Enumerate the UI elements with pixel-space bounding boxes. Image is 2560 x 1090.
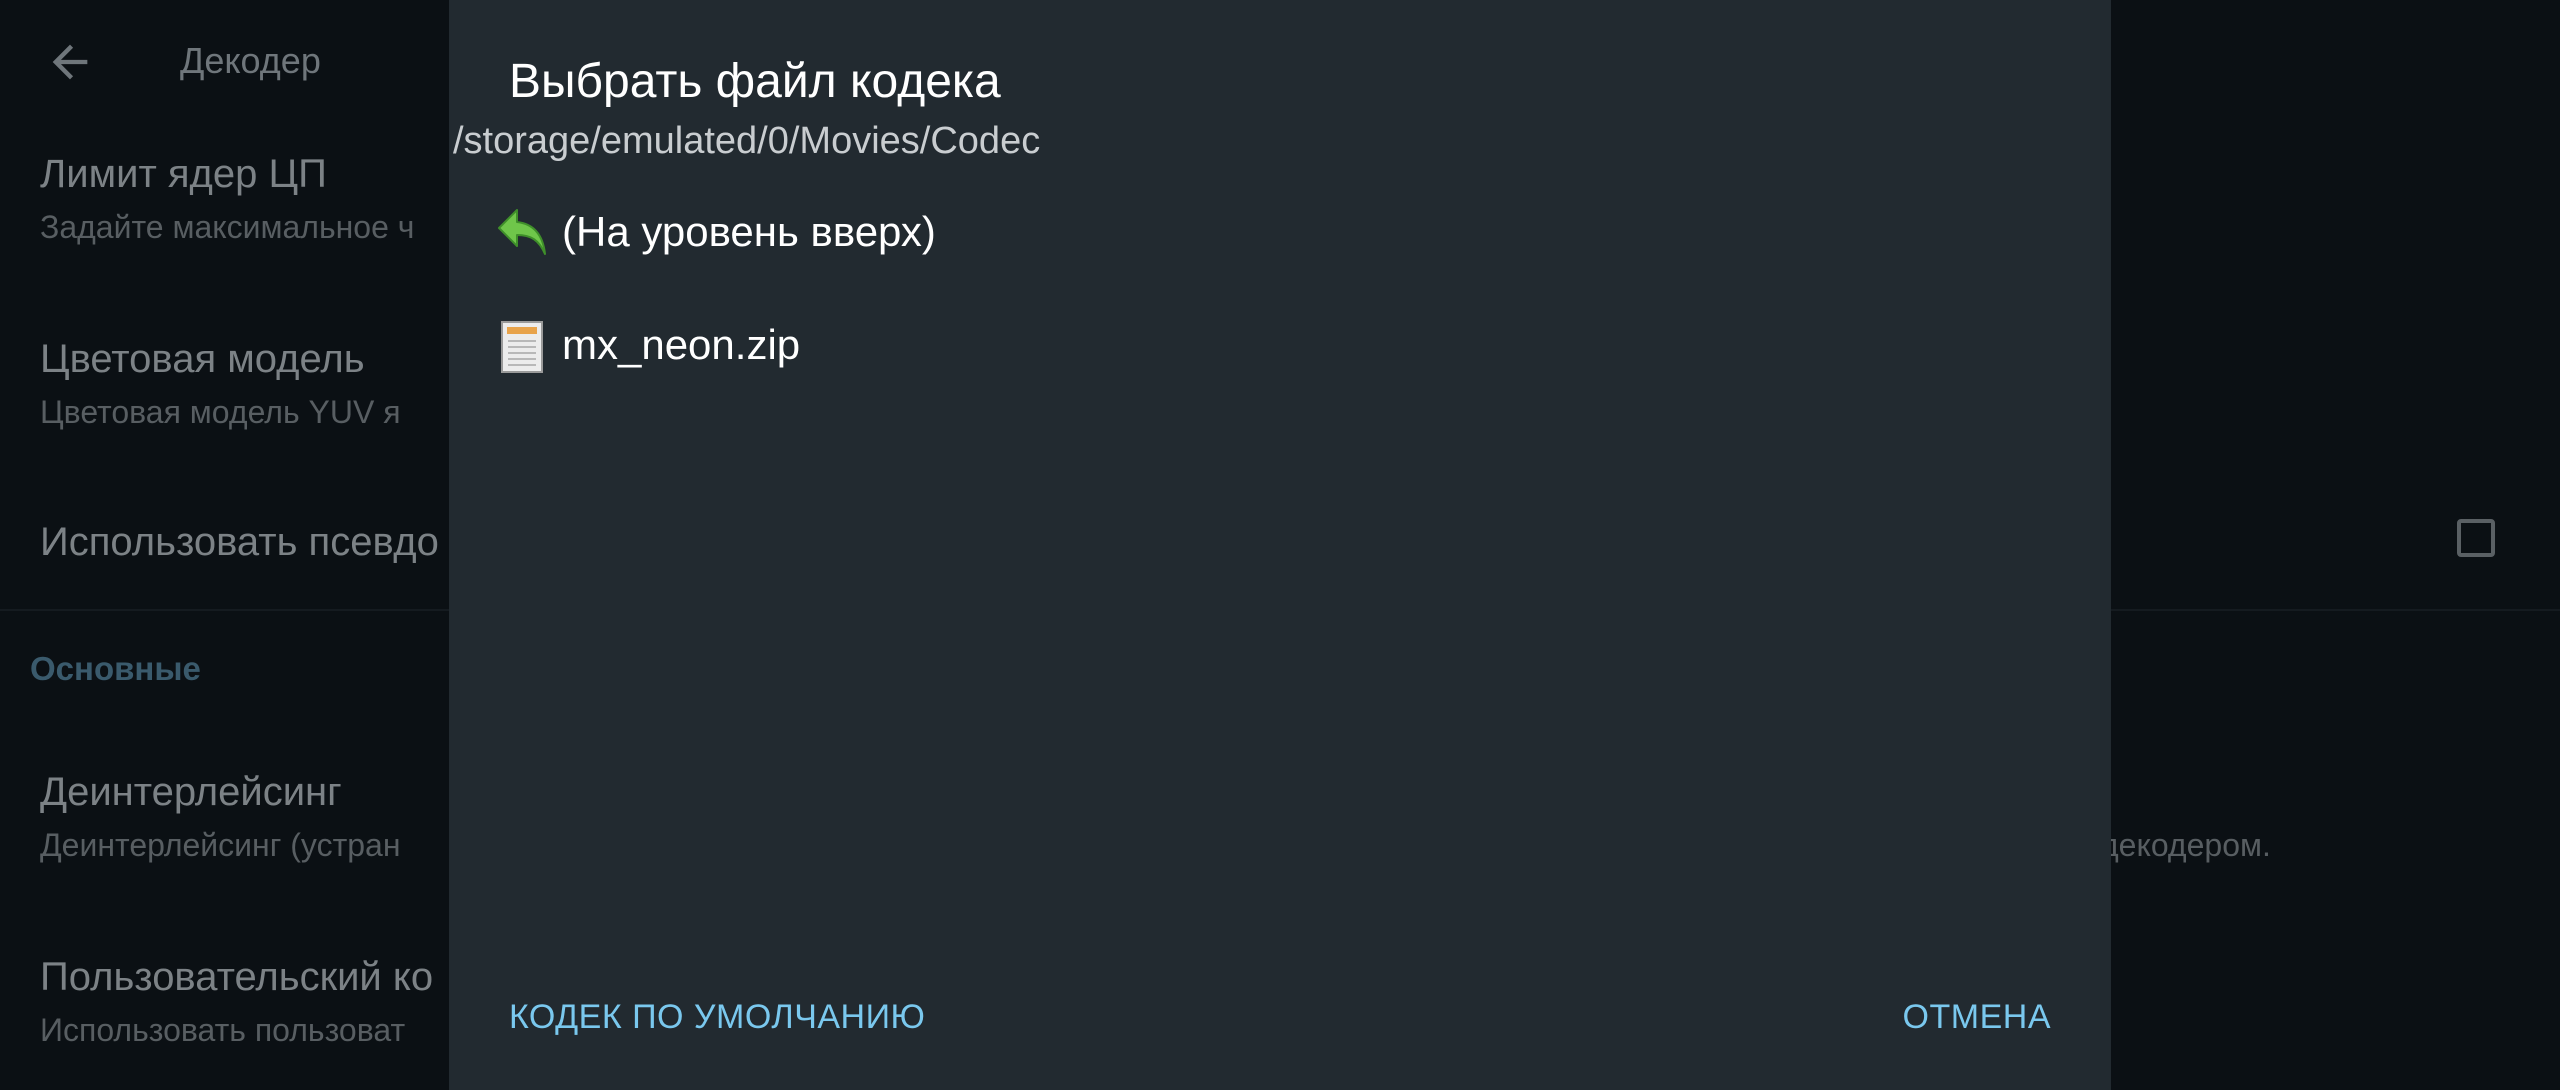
pref-deinterlace-summary-end: декодером. bbox=[2100, 827, 2271, 863]
toolbar-title: Декодер bbox=[180, 40, 321, 81]
current-path: /storage/emulated/0/Movies/Codec bbox=[453, 120, 1041, 162]
pref-deinterlace-title[interactable]: Деинтерлейсинг bbox=[40, 770, 342, 815]
pref-color-model-title[interactable]: Цветовая модель bbox=[40, 337, 365, 382]
dialog-title: Выбрать файл кодека bbox=[509, 55, 1001, 108]
pref-cpu-limit-summary: Задайте максимальное ч bbox=[40, 209, 415, 245]
codec-file-dialog: Выбрать файл кодека /storage/emulated/0/… bbox=[449, 0, 2111, 1090]
up-arrow-icon bbox=[498, 209, 546, 255]
pref-custom-codec-summary: Использовать пользоват bbox=[40, 1012, 406, 1048]
pref-deinterlace-summary: Деинтерлейсинг (устран bbox=[40, 827, 401, 863]
list-item-parent-dir[interactable]: (На уровень вверх) bbox=[449, 180, 2111, 290]
list-item-label: mx_neon.zip bbox=[562, 321, 801, 368]
pref-pseudo-title[interactable]: Использовать псевдо bbox=[40, 520, 439, 565]
back-arrow-icon[interactable] bbox=[44, 36, 96, 88]
cancel-button[interactable]: ОТМЕНА bbox=[1903, 998, 2051, 1037]
list-item-label: (На уровень вверх) bbox=[562, 208, 936, 255]
pref-pseudo-checkbox[interactable] bbox=[2457, 519, 2495, 557]
pref-custom-codec-title[interactable]: Пользовательский ко bbox=[40, 955, 433, 1000]
pref-cpu-limit-title[interactable]: Лимит ядер ЦП bbox=[40, 152, 327, 197]
pref-color-model-summary: Цветовая модель YUV я bbox=[40, 394, 401, 430]
list-item-file[interactable]: mx_neon.zip bbox=[449, 293, 2111, 403]
section-title-basic: Основные bbox=[30, 650, 201, 687]
default-codec-button[interactable]: КОДЕК ПО УМОЛЧАНИЮ bbox=[509, 998, 925, 1037]
zip-file-icon bbox=[501, 321, 543, 373]
